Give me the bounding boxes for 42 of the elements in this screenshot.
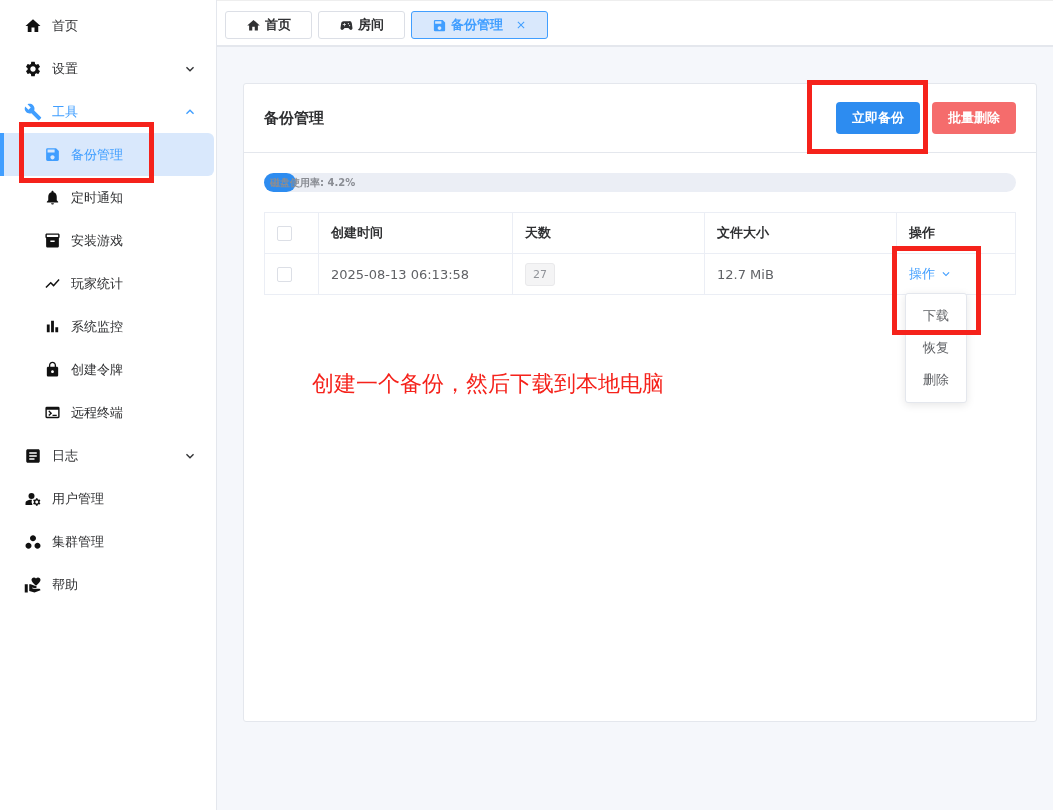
sidebar-item[interactable]: 用户管理 (0, 477, 216, 520)
terminal-icon (44, 404, 61, 421)
column-header: 文件大小 (705, 213, 897, 254)
table-cell: 12.7 MiB (705, 254, 897, 295)
column-header: 创建时间 (319, 213, 513, 254)
close-icon[interactable] (515, 19, 527, 31)
circles-icon (24, 532, 42, 551)
menu-item[interactable]: 删除 (906, 364, 966, 396)
checkbox[interactable] (277, 225, 292, 241)
lock-icon (44, 361, 61, 378)
bell-icon (44, 189, 61, 206)
sidebar-item[interactable]: 帮助 (0, 563, 216, 606)
menu-item[interactable]: 下载 (906, 300, 966, 332)
sidebar-item[interactable]: 玩家统计 (0, 262, 214, 305)
gear-icon (24, 59, 42, 78)
sidebar-item[interactable]: 远程终端 (0, 391, 214, 434)
document-icon (24, 446, 42, 465)
days-tag: 27 (525, 262, 555, 286)
save-icon (44, 146, 61, 163)
sidebar-item[interactable]: 集群管理 (0, 520, 216, 563)
wrench-icon (24, 102, 42, 121)
tab[interactable]: 首页 (225, 11, 312, 39)
home-icon (246, 17, 261, 33)
sidebar-item[interactable]: 首页 (0, 4, 216, 47)
tab[interactable]: 房间 (318, 11, 405, 39)
checkbox[interactable] (277, 266, 292, 282)
sidebar-item[interactable]: 定时通知 (0, 176, 214, 219)
menu-item[interactable]: 恢复 (906, 332, 966, 364)
annotation-text: 创建一个备份，然后下载到本地电脑 (312, 370, 664, 398)
column-header: 操作 (897, 213, 1016, 254)
card-title: 备份管理 (264, 108, 325, 128)
bar-chart-icon (44, 318, 61, 335)
sidebar-item[interactable]: 安装游戏 (0, 219, 214, 262)
heart-hand-icon (24, 575, 42, 594)
column-header: 天数 (513, 213, 705, 254)
box-icon (44, 232, 61, 249)
sidebar-item[interactable]: 设置 (0, 47, 216, 90)
table-cell: 2025-08-13 06:13:58 (319, 254, 513, 295)
sidebar-item[interactable]: 创建令牌 (0, 348, 214, 391)
sidebar-item[interactable]: 日志 (0, 434, 216, 477)
sidebar-item[interactable]: 系统监控 (0, 305, 214, 348)
save-icon (432, 17, 447, 33)
